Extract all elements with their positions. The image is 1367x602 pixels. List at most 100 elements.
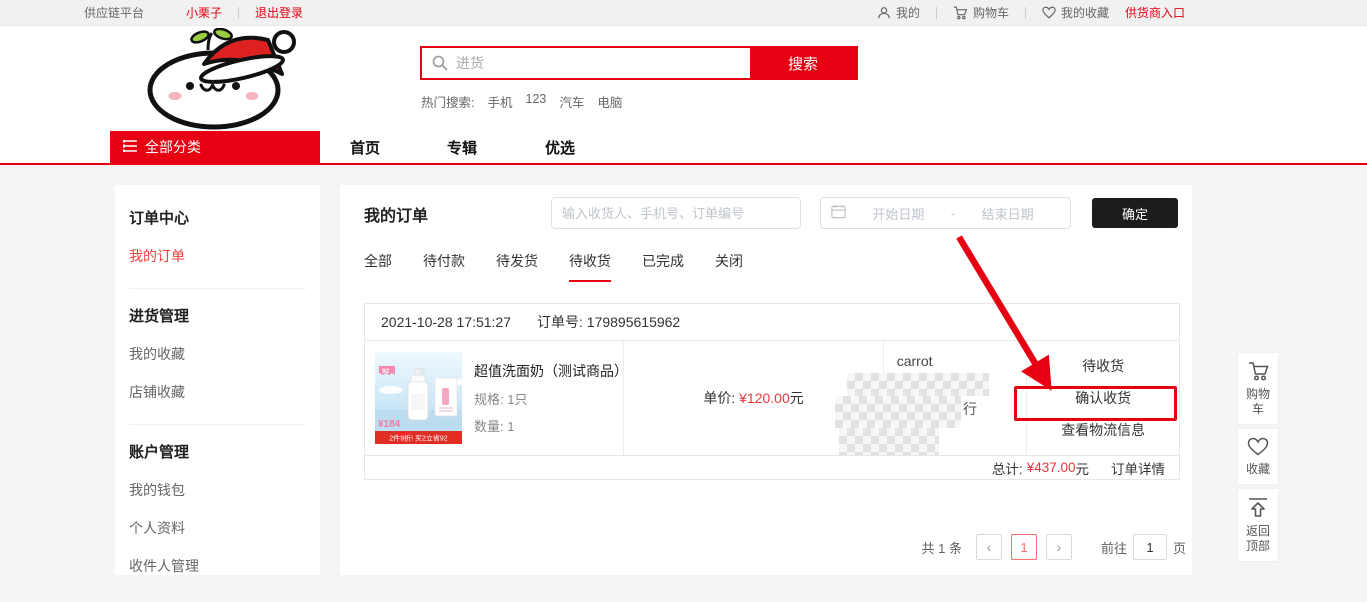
goto-label: 前往 [1101,538,1127,557]
search-button[interactable]: 搜索 [750,48,856,78]
divider [1025,7,1026,19]
product-image-price: ¥184 [378,419,401,430]
hot-search-label: 热门搜索: [421,92,474,111]
tab-completed[interactable]: 已完成 [642,251,684,282]
product-spec: 规格: 1只 [474,389,623,408]
search-icon [432,55,448,76]
sidebar-item-profile[interactable]: 个人资料 [129,518,306,538]
search-box: 搜索 [420,46,858,80]
sidebar-item-recipient-mgmt[interactable]: 收件人管理 [129,556,306,576]
user-icon [877,6,891,20]
calendar-icon [831,204,846,222]
floating-toolbar: 购物车 收藏 返回顶部 [1237,352,1279,562]
divider [936,7,937,19]
divider [238,7,239,19]
nav-home[interactable]: 首页 [350,137,380,158]
product-quantity: 数量: 1 [474,416,623,435]
main-panel: 我的订单 开始日期 - 结束日期 确定 全部 待付款 待发货 待收货 已完成 关… [340,185,1192,575]
sidebar: 订单中心 我的订单 进货管理 我的收藏 店铺收藏 账户管理 我的钱包 个人资料 … [115,185,320,575]
sidebar-item-my-favorites[interactable]: 我的收藏 [129,344,306,364]
view-logistics-button[interactable]: 查看物流信息 [1061,420,1145,440]
float-favorite-button[interactable]: 收藏 [1237,428,1279,485]
censor-mosaic [847,373,989,396]
goto-page-input[interactable] [1133,534,1167,560]
pagination: 共 1 条 ‹ 1 › 前往 页 [922,534,1187,560]
prev-page-button[interactable]: ‹ [976,534,1002,560]
date-range-picker[interactable]: 开始日期 - 结束日期 [820,197,1071,229]
hot-search: 热门搜索: 手机 123 汽车 电脑 [421,92,622,111]
nav-albums[interactable]: 专辑 [447,137,477,158]
cart-link[interactable]: 购物车 [953,4,1009,21]
sidebar-item-shop-favorites[interactable]: 店铺收藏 [129,382,306,402]
topbar-right: 我的 购物车 我的收藏 供货商入口 [877,4,1185,21]
price-label: 单价: [703,388,735,408]
username-link[interactable]: 小栗子 [186,4,222,21]
menu-icon [123,139,137,155]
pagination-total: 共 1 条 [922,538,962,557]
product-image-badge: 92 [382,368,390,375]
sidebar-item-my-wallet[interactable]: 我的钱包 [129,480,306,500]
annotation-highlight-box [1014,386,1177,421]
tab-pending-receipt[interactable]: 待收货 [569,251,611,282]
price-value: ¥120.00 [739,390,790,406]
nav-picks[interactable]: 优选 [545,137,575,158]
site-logo[interactable] [112,28,327,130]
divider [129,424,306,425]
tab-all[interactable]: 全部 [364,251,392,282]
all-categories-button[interactable]: 全部分类 [110,131,320,163]
topbar: 供应链平台 小栗子 退出登录 我的 购物车 我的收藏 供货商入口 [0,0,1367,26]
order-filter-input[interactable] [551,197,801,229]
hot-keyword[interactable]: 123 [526,92,547,111]
topbar-left: 供应链平台 小栗子 退出登录 [84,4,303,21]
cart-icon [953,6,968,20]
tab-pending-payment[interactable]: 待付款 [423,251,465,282]
sidebar-group-purchase-mgmt: 进货管理 [129,305,306,326]
order-status-tabs: 全部 待付款 待发货 待收货 已完成 关闭 [364,251,743,282]
tab-closed[interactable]: 关闭 [715,251,743,282]
my-account-link[interactable]: 我的 [877,4,920,21]
order-datetime: 2021-10-28 17:51:27 [381,314,511,330]
date-end-placeholder: 结束日期 [955,204,1060,223]
float-cart-button[interactable]: 购物车 [1237,352,1279,425]
censor-visible-char: 行 [963,399,977,419]
price-unit: 元 [790,388,804,408]
product-name[interactable]: 超值洗面奶（测试商品） [474,361,623,381]
order-number: 订单号: 179895615962 [537,312,680,332]
platform-name: 供应链平台 [84,4,144,21]
buyer-name: carrot [897,353,933,369]
censor-mosaic [839,428,939,455]
total-label: 总计: [992,458,1023,478]
divider [129,288,306,289]
confirm-filter-button[interactable]: 确定 [1092,198,1178,228]
sidebar-item-my-orders[interactable]: 我的订单 [129,246,306,266]
censor-mosaic [835,396,961,428]
product-info: 超值洗面奶（测试商品） 规格: 1只 数量: 1 [474,361,623,435]
main-nav: 全部分类 首页 专辑 优选 [0,131,1367,165]
page-unit-label: 页 [1173,538,1186,557]
hot-keyword[interactable]: 汽车 [559,92,584,111]
total-unit: 元 [1076,458,1090,478]
product-image[interactable]: 92 ¥184 2件9折! 买2立省92 [375,352,462,444]
sidebar-group-account-mgmt: 账户管理 [129,441,306,462]
page-title: 我的订单 [364,202,428,226]
logout-link[interactable]: 退出登录 [255,4,303,21]
tab-pending-shipment[interactable]: 待发货 [496,251,538,282]
next-page-button[interactable]: › [1046,534,1072,560]
heart-icon [1247,437,1269,459]
arrow-up-icon [1247,497,1269,521]
order-header: 2021-10-28 17:51:27 订单号: 179895615962 [365,304,1179,341]
hot-keyword[interactable]: 电脑 [597,92,622,111]
sidebar-group-order-center: 订单中心 [129,207,306,228]
back-to-top-button[interactable]: 返回顶部 [1237,488,1279,562]
favorites-link[interactable]: 我的收藏 [1042,4,1109,21]
product-cell: 92 ¥184 2件9折! 买2立省92 [365,341,623,455]
heart-icon [1042,6,1056,19]
hot-keyword[interactable]: 手机 [487,92,512,111]
order-total-row: 总计: ¥437.00元 订单详情 [365,455,1179,479]
order-status: 待收货 [1082,356,1124,376]
product-image-promo: 2件9折! 买2立省92 [389,434,447,443]
search-input[interactable] [422,48,750,78]
supplier-entry-link[interactable]: 供货商入口 [1125,4,1185,21]
page-number-1[interactable]: 1 [1011,534,1037,560]
order-detail-link[interactable]: 订单详情 [1111,458,1165,478]
